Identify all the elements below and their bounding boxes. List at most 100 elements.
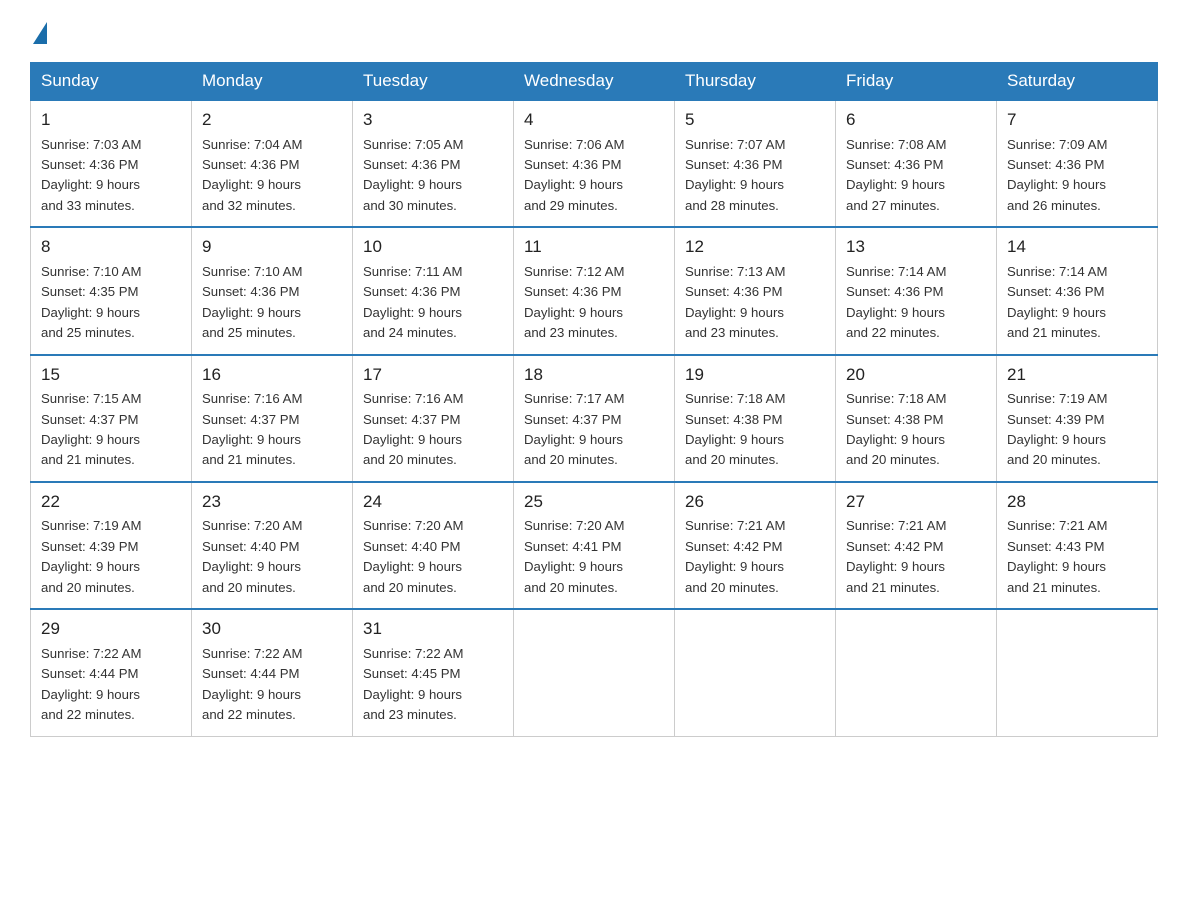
day-number: 23 [202,489,342,515]
calendar-day-cell: 29 Sunrise: 7:22 AMSunset: 4:44 PMDaylig… [31,609,192,736]
day-number: 16 [202,362,342,388]
day-number: 2 [202,107,342,133]
day-number: 26 [685,489,825,515]
day-info: Sunrise: 7:13 AMSunset: 4:36 PMDaylight:… [685,264,785,340]
calendar-day-cell: 17 Sunrise: 7:16 AMSunset: 4:37 PMDaylig… [353,355,514,482]
calendar-day-cell: 5 Sunrise: 7:07 AMSunset: 4:36 PMDayligh… [675,100,836,227]
day-number: 1 [41,107,181,133]
day-number: 22 [41,489,181,515]
calendar-day-cell: 21 Sunrise: 7:19 AMSunset: 4:39 PMDaylig… [997,355,1158,482]
calendar-day-cell [514,609,675,736]
day-info: Sunrise: 7:22 AMSunset: 4:44 PMDaylight:… [202,646,302,722]
logo-triangle-icon [33,22,47,44]
day-info: Sunrise: 7:18 AMSunset: 4:38 PMDaylight:… [685,391,785,467]
day-number: 12 [685,234,825,260]
day-info: Sunrise: 7:05 AMSunset: 4:36 PMDaylight:… [363,137,463,213]
weekday-header-sunday: Sunday [31,63,192,101]
day-info: Sunrise: 7:08 AMSunset: 4:36 PMDaylight:… [846,137,946,213]
weekday-header-thursday: Thursday [675,63,836,101]
day-info: Sunrise: 7:12 AMSunset: 4:36 PMDaylight:… [524,264,624,340]
day-number: 7 [1007,107,1147,133]
calendar-day-cell: 16 Sunrise: 7:16 AMSunset: 4:37 PMDaylig… [192,355,353,482]
calendar-day-cell: 25 Sunrise: 7:20 AMSunset: 4:41 PMDaylig… [514,482,675,609]
day-number: 18 [524,362,664,388]
day-number: 31 [363,616,503,642]
calendar-day-cell: 4 Sunrise: 7:06 AMSunset: 4:36 PMDayligh… [514,100,675,227]
calendar-day-cell: 19 Sunrise: 7:18 AMSunset: 4:38 PMDaylig… [675,355,836,482]
calendar-day-cell: 14 Sunrise: 7:14 AMSunset: 4:36 PMDaylig… [997,227,1158,354]
day-number: 10 [363,234,503,260]
day-info: Sunrise: 7:18 AMSunset: 4:38 PMDaylight:… [846,391,946,467]
day-info: Sunrise: 7:19 AMSunset: 4:39 PMDaylight:… [41,518,141,594]
header [30,20,1158,44]
calendar-day-cell: 30 Sunrise: 7:22 AMSunset: 4:44 PMDaylig… [192,609,353,736]
weekday-header-friday: Friday [836,63,997,101]
day-info: Sunrise: 7:04 AMSunset: 4:36 PMDaylight:… [202,137,302,213]
calendar-day-cell: 6 Sunrise: 7:08 AMSunset: 4:36 PMDayligh… [836,100,997,227]
calendar-week-row: 22 Sunrise: 7:19 AMSunset: 4:39 PMDaylig… [31,482,1158,609]
calendar-week-row: 29 Sunrise: 7:22 AMSunset: 4:44 PMDaylig… [31,609,1158,736]
day-info: Sunrise: 7:10 AMSunset: 4:35 PMDaylight:… [41,264,141,340]
calendar-day-cell: 24 Sunrise: 7:20 AMSunset: 4:40 PMDaylig… [353,482,514,609]
day-info: Sunrise: 7:19 AMSunset: 4:39 PMDaylight:… [1007,391,1107,467]
calendar-day-cell: 28 Sunrise: 7:21 AMSunset: 4:43 PMDaylig… [997,482,1158,609]
calendar-table: SundayMondayTuesdayWednesdayThursdayFrid… [30,62,1158,737]
calendar-day-cell: 10 Sunrise: 7:11 AMSunset: 4:36 PMDaylig… [353,227,514,354]
calendar-day-cell: 31 Sunrise: 7:22 AMSunset: 4:45 PMDaylig… [353,609,514,736]
day-info: Sunrise: 7:07 AMSunset: 4:36 PMDaylight:… [685,137,785,213]
day-number: 25 [524,489,664,515]
day-info: Sunrise: 7:14 AMSunset: 4:36 PMDaylight:… [1007,264,1107,340]
day-number: 8 [41,234,181,260]
day-info: Sunrise: 7:20 AMSunset: 4:41 PMDaylight:… [524,518,624,594]
day-info: Sunrise: 7:21 AMSunset: 4:42 PMDaylight:… [846,518,946,594]
calendar-day-cell [675,609,836,736]
day-info: Sunrise: 7:21 AMSunset: 4:43 PMDaylight:… [1007,518,1107,594]
day-info: Sunrise: 7:17 AMSunset: 4:37 PMDaylight:… [524,391,624,467]
calendar-day-cell: 22 Sunrise: 7:19 AMSunset: 4:39 PMDaylig… [31,482,192,609]
calendar-day-cell: 23 Sunrise: 7:20 AMSunset: 4:40 PMDaylig… [192,482,353,609]
calendar-day-cell [836,609,997,736]
calendar-week-row: 1 Sunrise: 7:03 AMSunset: 4:36 PMDayligh… [31,100,1158,227]
day-info: Sunrise: 7:09 AMSunset: 4:36 PMDaylight:… [1007,137,1107,213]
day-info: Sunrise: 7:22 AMSunset: 4:45 PMDaylight:… [363,646,463,722]
calendar-day-cell: 15 Sunrise: 7:15 AMSunset: 4:37 PMDaylig… [31,355,192,482]
calendar-day-cell: 13 Sunrise: 7:14 AMSunset: 4:36 PMDaylig… [836,227,997,354]
calendar-day-cell: 12 Sunrise: 7:13 AMSunset: 4:36 PMDaylig… [675,227,836,354]
day-info: Sunrise: 7:10 AMSunset: 4:36 PMDaylight:… [202,264,302,340]
weekday-header-wednesday: Wednesday [514,63,675,101]
calendar-day-cell: 1 Sunrise: 7:03 AMSunset: 4:36 PMDayligh… [31,100,192,227]
day-number: 11 [524,234,664,260]
day-info: Sunrise: 7:16 AMSunset: 4:37 PMDaylight:… [202,391,302,467]
day-info: Sunrise: 7:21 AMSunset: 4:42 PMDaylight:… [685,518,785,594]
day-info: Sunrise: 7:11 AMSunset: 4:36 PMDaylight:… [363,264,462,340]
calendar-day-cell [997,609,1158,736]
day-info: Sunrise: 7:15 AMSunset: 4:37 PMDaylight:… [41,391,141,467]
day-number: 9 [202,234,342,260]
calendar-week-row: 15 Sunrise: 7:15 AMSunset: 4:37 PMDaylig… [31,355,1158,482]
weekday-header-saturday: Saturday [997,63,1158,101]
calendar-day-cell: 7 Sunrise: 7:09 AMSunset: 4:36 PMDayligh… [997,100,1158,227]
logo [30,20,47,44]
day-info: Sunrise: 7:20 AMSunset: 4:40 PMDaylight:… [363,518,463,594]
calendar-day-cell: 11 Sunrise: 7:12 AMSunset: 4:36 PMDaylig… [514,227,675,354]
day-number: 21 [1007,362,1147,388]
day-number: 30 [202,616,342,642]
day-info: Sunrise: 7:20 AMSunset: 4:40 PMDaylight:… [202,518,302,594]
day-number: 13 [846,234,986,260]
weekday-header-tuesday: Tuesday [353,63,514,101]
day-info: Sunrise: 7:16 AMSunset: 4:37 PMDaylight:… [363,391,463,467]
calendar-week-row: 8 Sunrise: 7:10 AMSunset: 4:35 PMDayligh… [31,227,1158,354]
weekday-header-row: SundayMondayTuesdayWednesdayThursdayFrid… [31,63,1158,101]
day-number: 17 [363,362,503,388]
day-number: 19 [685,362,825,388]
day-number: 15 [41,362,181,388]
day-number: 24 [363,489,503,515]
calendar-day-cell: 9 Sunrise: 7:10 AMSunset: 4:36 PMDayligh… [192,227,353,354]
day-info: Sunrise: 7:06 AMSunset: 4:36 PMDaylight:… [524,137,624,213]
day-number: 3 [363,107,503,133]
day-info: Sunrise: 7:22 AMSunset: 4:44 PMDaylight:… [41,646,141,722]
day-number: 28 [1007,489,1147,515]
calendar-day-cell: 8 Sunrise: 7:10 AMSunset: 4:35 PMDayligh… [31,227,192,354]
calendar-day-cell: 26 Sunrise: 7:21 AMSunset: 4:42 PMDaylig… [675,482,836,609]
day-number: 29 [41,616,181,642]
